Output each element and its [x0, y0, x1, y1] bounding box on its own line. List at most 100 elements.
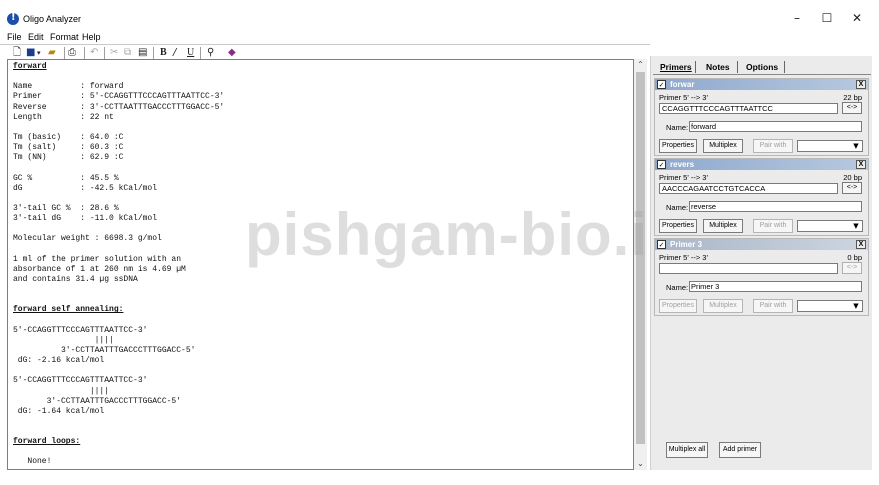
tab-primers[interactable]: Primers — [660, 62, 692, 72]
add-primer-button[interactable]: Add primer — [719, 442, 761, 458]
panel-tabs: Primers Notes Options — [651, 56, 873, 76]
bold-icon[interactable]: B — [160, 47, 167, 59]
primer-direction-label: Primer 5' --> 3' — [659, 173, 708, 182]
multiplex-button[interactable]: Multiplex — [703, 139, 743, 153]
result-line: Reverse : 3'-CCTTAATTTGACCCTTTGGACC-5' — [13, 102, 225, 112]
multiplex-button[interactable]: Multiplex — [703, 299, 743, 313]
primer-card-header: ✓ forwar X — [655, 79, 868, 90]
properties-button[interactable]: Properties — [659, 299, 697, 313]
pair-with-button[interactable]: Pair with — [753, 219, 793, 233]
result-line — [13, 285, 224, 295]
section-heading: forward — [13, 62, 47, 71]
primer-card: ✓ forwar X Primer 5' --> 3' 22 bp CCAGGTTTCCC… — [654, 78, 869, 156]
pair-with-dropdown[interactable]: ▼ — [797, 300, 863, 312]
menu-bar: File Edit Format Help — [0, 30, 879, 44]
result-line: 5'-CCAGGTTTCCCAGTTTAATTCC-3' — [13, 376, 148, 386]
primer-card-title: Primer 3 — [670, 240, 703, 249]
primer-name-input[interactable]: forward — [689, 121, 862, 132]
result-line: Length : 22 nt — [13, 112, 114, 122]
properties-button[interactable]: Properties — [659, 219, 697, 233]
result-line: |||| — [13, 386, 110, 396]
primer-card-header: ✓ revers X — [655, 159, 868, 170]
properties-button[interactable]: Properties — [659, 139, 697, 153]
primer-name-input[interactable]: Primer 3 — [689, 281, 862, 292]
result-line: dG : -42.5 kCal/mol — [13, 183, 158, 193]
primer-sequence-input[interactable] — [659, 263, 838, 274]
menu-help[interactable]: Help — [82, 32, 101, 42]
primer-enable-checkbox[interactable]: ✓ — [657, 240, 666, 249]
tab-options[interactable]: Options — [746, 62, 778, 72]
paste-icon[interactable]: ▤ — [138, 47, 147, 59]
primer-name-input[interactable]: reverse — [689, 201, 862, 212]
result-line: dG: -2.16 kcal/mol — [13, 356, 105, 366]
result-line: Tm (salt) : 60.3 :C — [13, 143, 124, 153]
result-line — [13, 224, 224, 234]
result-line — [13, 245, 224, 255]
multiplex-button[interactable]: Multiplex — [703, 219, 743, 233]
result-line: 3'-CCTTAATTTGACCCTTTGGACC-5' — [13, 396, 182, 406]
reverse-complement-button[interactable]: <-> — [842, 182, 862, 194]
primer-card: ✓ Primer 3 X Primer 5' --> 3' 0 bp <-> Name: Pr… — [654, 238, 869, 316]
italic-icon[interactable]: / — [173, 47, 176, 59]
result-line: absorbance of 1 at 260 nm is 4.69 µM — [13, 264, 186, 274]
primer-card-header: ✓ Primer 3 X — [655, 239, 868, 250]
result-line — [13, 72, 224, 82]
remove-primer-button[interactable]: X — [856, 160, 866, 169]
result-line: None! — [13, 457, 52, 467]
menu-format[interactable]: Format — [50, 32, 79, 42]
menu-edit[interactable]: Edit — [28, 32, 44, 42]
primer-enable-checkbox[interactable]: ✓ — [657, 160, 666, 169]
primer-panel: Primers Notes Options ✓ forwar X Primer 5' … — [650, 56, 872, 470]
section-heading: forward loops: — [13, 437, 81, 447]
result-line: Tm (basic) : 64.0 :C — [13, 132, 124, 142]
cut-icon[interactable]: ✂ — [110, 47, 118, 59]
primer-sequence-input[interactable]: AACCCAGAATCCTGTCACCA — [659, 183, 838, 194]
maximize-button[interactable]: ☐ — [812, 8, 842, 28]
remove-primer-button[interactable]: X — [856, 80, 866, 89]
result-line — [13, 316, 224, 326]
print-icon[interactable]: ⎙ — [68, 47, 76, 59]
find-icon[interactable]: ⚲ — [207, 47, 214, 59]
help-book-icon[interactable]: ◆ — [228, 47, 236, 59]
result-text: forward Name : forward Primer : 5'-CCAGGTT… — [13, 62, 224, 468]
result-line: 3'-tail dG : -11.0 kCal/mol — [13, 214, 158, 224]
undo-icon[interactable]: ↶ — [90, 47, 98, 59]
scroll-up-icon[interactable]: ⌃ — [634, 59, 647, 71]
app-icon — [7, 12, 19, 25]
chevron-down-icon: ▼ — [853, 222, 859, 230]
section-heading: forward self annealing: — [13, 305, 124, 315]
pair-with-button[interactable]: Pair with — [753, 139, 793, 153]
result-line — [13, 295, 224, 305]
multiplex-all-button[interactable]: Multiplex all — [666, 442, 708, 458]
copy-icon[interactable]: ⧉ — [124, 47, 131, 59]
pair-with-dropdown[interactable]: ▼ — [797, 140, 863, 152]
open-folder-icon[interactable]: ▰ — [48, 47, 56, 59]
reverse-complement-button[interactable]: <-> — [842, 262, 862, 274]
result-line: dG: -1.64 kcal/mol — [13, 406, 105, 416]
result-line: |||| — [13, 335, 114, 345]
remove-primer-button[interactable]: X — [856, 240, 866, 249]
result-line: Tm (NN) : 62.9 :C — [13, 153, 124, 163]
result-line: Primer : 5'-CCAGGTTTCCCAGTTTAATTCC-3' — [13, 92, 225, 102]
pair-with-button[interactable]: Pair with — [753, 299, 793, 313]
close-button[interactable]: ✕ — [842, 8, 872, 28]
primer-card-title: forwar — [670, 80, 695, 89]
scroll-down-icon[interactable]: ⌄ — [634, 458, 647, 470]
save-icon[interactable]: ■ — [26, 47, 35, 59]
result-line: and contains 31.4 µg ssDNA — [13, 274, 138, 284]
name-label: Name: — [666, 123, 689, 132]
menu-file[interactable]: File — [7, 32, 22, 42]
primer-enable-checkbox[interactable]: ✓ — [657, 80, 666, 89]
underline-icon[interactable]: U — [187, 47, 194, 59]
minimize-button[interactable]: – — [782, 8, 812, 28]
tab-notes[interactable]: Notes — [706, 62, 730, 72]
primer-sequence-input[interactable]: CCAGGTTTCCCAGTTTAATTCC — [659, 103, 838, 114]
new-file-icon[interactable]: 🗋 — [13, 47, 21, 59]
watermark: pishgam-bio.ir — [245, 201, 673, 268]
reverse-complement-button[interactable]: <-> — [842, 102, 862, 114]
primer-direction-label: Primer 5' --> 3' — [659, 93, 708, 102]
toolbar: 🗋 ■ ▾ ▰ ⎙ ↶ ✂ ⧉ ▤ B / U ⚲ ◆ — [0, 44, 650, 60]
result-line: GC % : 45.5 % — [13, 173, 119, 183]
pair-with-dropdown[interactable]: ▼ — [797, 220, 863, 232]
save-dropdown-icon[interactable]: ▾ — [37, 47, 41, 59]
